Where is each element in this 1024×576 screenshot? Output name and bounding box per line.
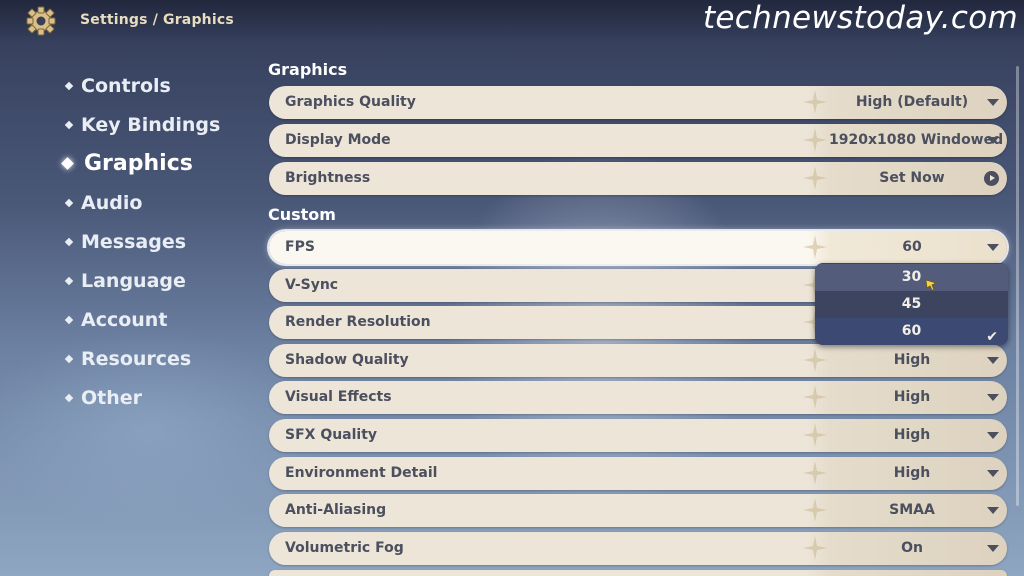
setting-label: V-Sync [285,277,339,293]
diamond-bullet-icon [64,393,74,402]
setting-label: Graphics Quality [285,94,416,110]
fps-option-60[interactable]: 60 ✔ [815,318,1008,345]
sparkle-icon [803,128,827,152]
setting-row-environment-detail[interactable]: Environment Detail High [269,457,1007,490]
section-title-custom: Custom [268,205,336,224]
chevron-down-icon[interactable] [987,244,999,251]
setting-label: Shadow Quality [285,352,409,368]
arrow-right-circle-icon[interactable] [984,171,999,186]
section-title-graphics: Graphics [268,60,348,79]
breadcrumb-current: Graphics [163,12,234,28]
sidebar-item-messages[interactable]: Messages [62,222,252,261]
diamond-bullet-icon [64,354,74,363]
fps-option-label: 60 [901,323,922,339]
setting-value: High [893,427,931,443]
sidebar-item-label: Controls [81,74,171,97]
setting-row-sfx-quality[interactable]: SFX Quality High [269,419,1007,452]
setting-label: Display Mode [285,132,391,148]
watermark: technewstoday.com [702,0,1018,36]
chevron-down-icon[interactable] [987,545,999,552]
sidebar-item-label: Account [81,308,168,331]
sidebar-item-label: Messages [81,230,187,253]
setting-row-partial [269,570,1007,576]
setting-value: High [893,352,931,368]
diamond-bullet-icon [64,120,74,129]
setting-row-graphics-quality[interactable]: Graphics Quality High (Default) [269,86,1007,119]
checkmark-icon: ✔ [986,329,998,345]
sidebar-item-resources[interactable]: Resources [62,339,252,378]
diamond-bullet-icon [64,276,74,285]
fps-dropdown-menu: 30 45 60 ✔ [815,263,1008,345]
setting-value: High (Default) [855,94,969,110]
setting-label: Environment Detail [285,465,438,481]
fps-option-30[interactable]: 30 [815,264,1008,291]
scrollbar[interactable] [1016,66,1019,506]
setting-label: Volumetric Fog [285,540,404,556]
gear-icon[interactable] [24,6,58,36]
diamond-bullet-icon [64,198,74,207]
mouse-cursor-icon [925,279,937,291]
sidebar-item-label: Audio [81,191,143,214]
setting-label: Render Resolution [285,314,431,330]
sidebar-item-other[interactable]: Other [62,378,252,417]
setting-row-display-mode[interactable]: Display Mode 1920x1080 Windowed [269,124,1007,157]
sidebar-item-label: Graphics [84,151,193,176]
breadcrumb: Settings / Graphics [80,12,234,28]
sidebar-item-key-bindings[interactable]: Key Bindings [62,105,252,144]
sidebar-item-controls[interactable]: Controls [62,66,252,105]
chevron-down-icon[interactable] [987,432,999,439]
sidebar-item-graphics[interactable]: Graphics [61,144,252,183]
diamond-bullet-icon [64,81,74,90]
setting-row-shadow-quality[interactable]: Shadow Quality High [269,344,1007,377]
setting-row-anti-aliasing[interactable]: Anti-Aliasing SMAA [269,494,1007,527]
chevron-down-icon[interactable] [987,99,999,106]
setting-label: SFX Quality [285,427,378,443]
chevron-down-icon[interactable] [987,507,999,514]
chevron-down-icon[interactable] [987,470,999,477]
setting-value: SMAA [889,502,935,518]
setting-label: Visual Effects [285,389,392,405]
setting-value: 60 [902,239,922,255]
setting-row-brightness[interactable]: Brightness Set Now [269,162,1007,195]
sidebar-item-account[interactable]: Account [62,300,252,339]
setting-label: Brightness [285,170,371,186]
chevron-down-icon[interactable] [987,357,999,364]
chevron-down-icon[interactable] [987,394,999,401]
setting-value: On [901,540,923,556]
breadcrumb-root[interactable]: Settings [80,12,148,28]
sidebar-item-label: Resources [81,347,192,370]
setting-label: FPS [285,239,315,255]
setting-value: High [893,389,931,405]
sidebar-item-label: Key Bindings [81,113,221,136]
sidebar-item-language[interactable]: Language [62,261,252,300]
setting-label: Anti-Aliasing [285,502,387,518]
settings-sidebar: Controls Key Bindings Graphics Audio Mes… [61,66,252,417]
sidebar-item-label: Language [81,269,186,292]
setting-row-fps[interactable]: FPS 60 [269,231,1007,264]
setting-value: High [893,465,931,481]
chevron-down-icon[interactable] [987,137,999,144]
fps-option-45[interactable]: 45 [815,291,1008,318]
diamond-bullet-icon [64,315,74,324]
diamond-bullet-icon [61,157,74,170]
setting-row-visual-effects[interactable]: Visual Effects High [269,381,1007,414]
setting-row-volumetric-fog[interactable]: Volumetric Fog On [269,532,1007,565]
sidebar-item-audio[interactable]: Audio [62,183,252,222]
diamond-bullet-icon [64,237,74,246]
sidebar-item-label: Other [81,386,143,409]
breadcrumb-separator: / [152,12,159,28]
setting-value: 1920x1080 Windowed [829,132,1004,148]
